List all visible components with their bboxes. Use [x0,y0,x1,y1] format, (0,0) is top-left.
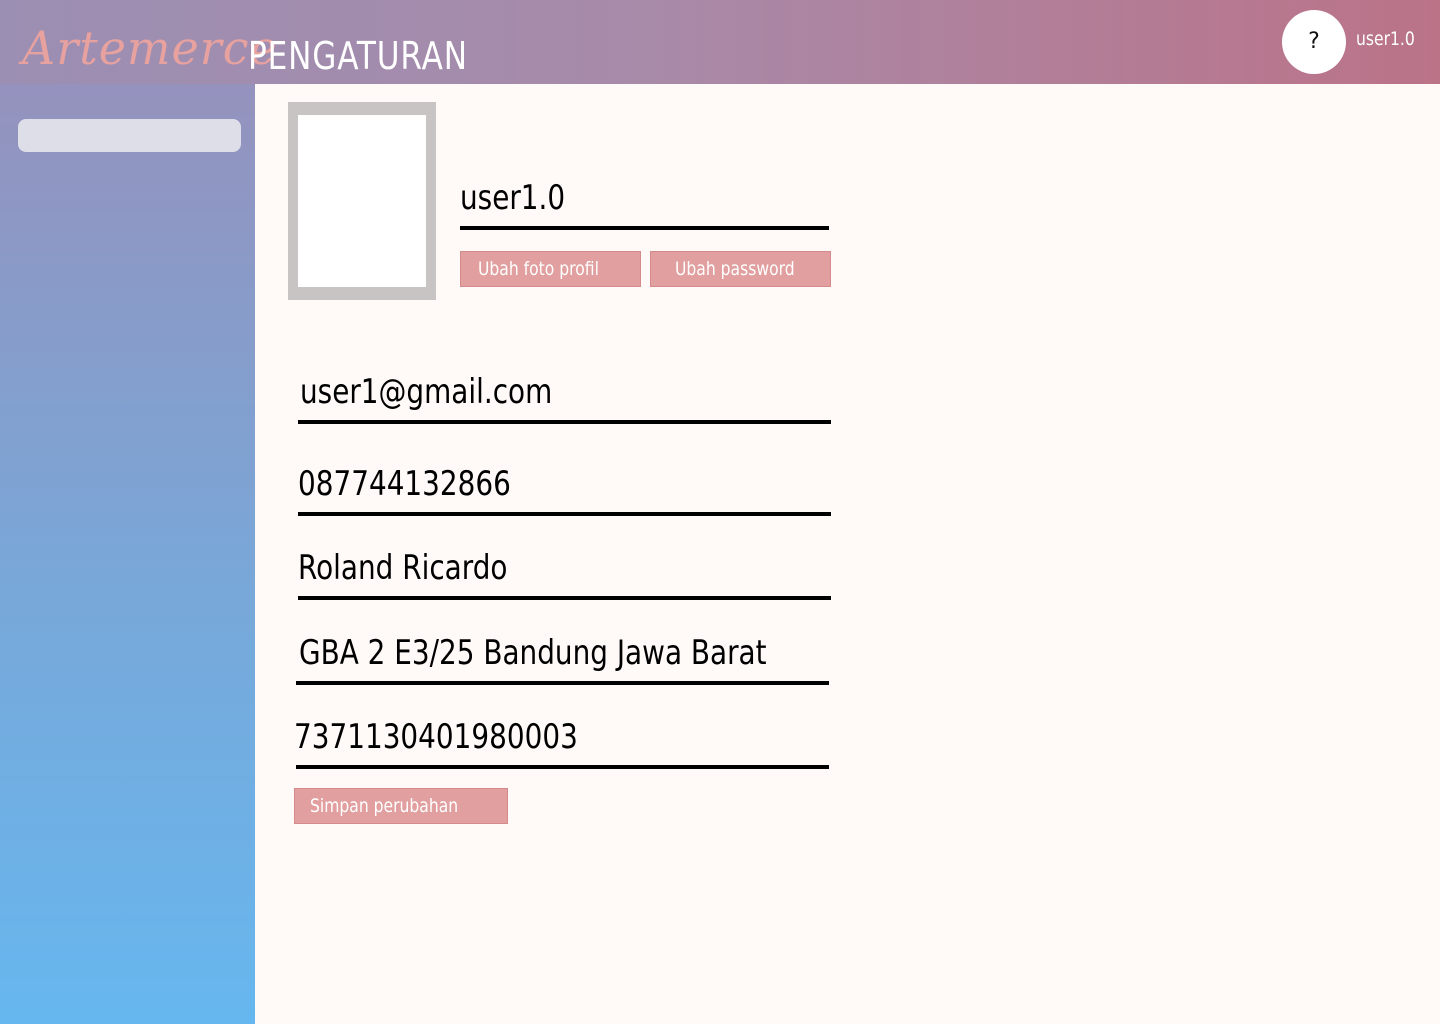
change-password-button[interactable]: Ubah password [650,251,831,287]
full-name-value: Roland Ricardo [298,548,508,588]
header-username[interactable]: user1.0 [1356,28,1415,50]
sidebar [0,84,255,1024]
app-logo[interactable]: Artemerce [22,18,278,78]
save-changes-button[interactable]: Simpan perubahan [294,788,508,824]
change-photo-button[interactable]: Ubah foto profil [460,251,641,287]
profile-photo-frame [288,102,436,300]
email-field[interactable]: user1@gmail.com [298,370,831,424]
top-header: Artemerce PENGATURAN ? user1.0 [0,0,1440,84]
address-value: GBA 2 E3/25 Bandung Jawa Barat [299,633,767,673]
id-number-field[interactable]: 7371130401980003 [294,716,829,769]
change-password-label: Ubah password [675,258,795,280]
profile-photo [298,115,426,287]
user-avatar-button[interactable]: ? [1282,10,1346,74]
username-field[interactable]: user1.0 [460,178,829,230]
phone-field[interactable]: 087744132866 [298,462,831,516]
address-field[interactable]: GBA 2 E3/25 Bandung Jawa Barat [296,632,829,685]
phone-value: 087744132866 [298,464,511,504]
page-title: PENGATURAN [248,34,468,78]
change-photo-label: Ubah foto profil [478,258,599,280]
save-changes-label: Simpan perubahan [310,795,459,817]
email-value: user1@gmail.com [300,372,553,412]
id-number-value: 7371130401980003 [294,717,578,757]
full-name-field[interactable]: Roland Ricardo [298,546,831,600]
username-value: user1.0 [460,178,566,218]
sidebar-search-input[interactable] [18,119,241,152]
